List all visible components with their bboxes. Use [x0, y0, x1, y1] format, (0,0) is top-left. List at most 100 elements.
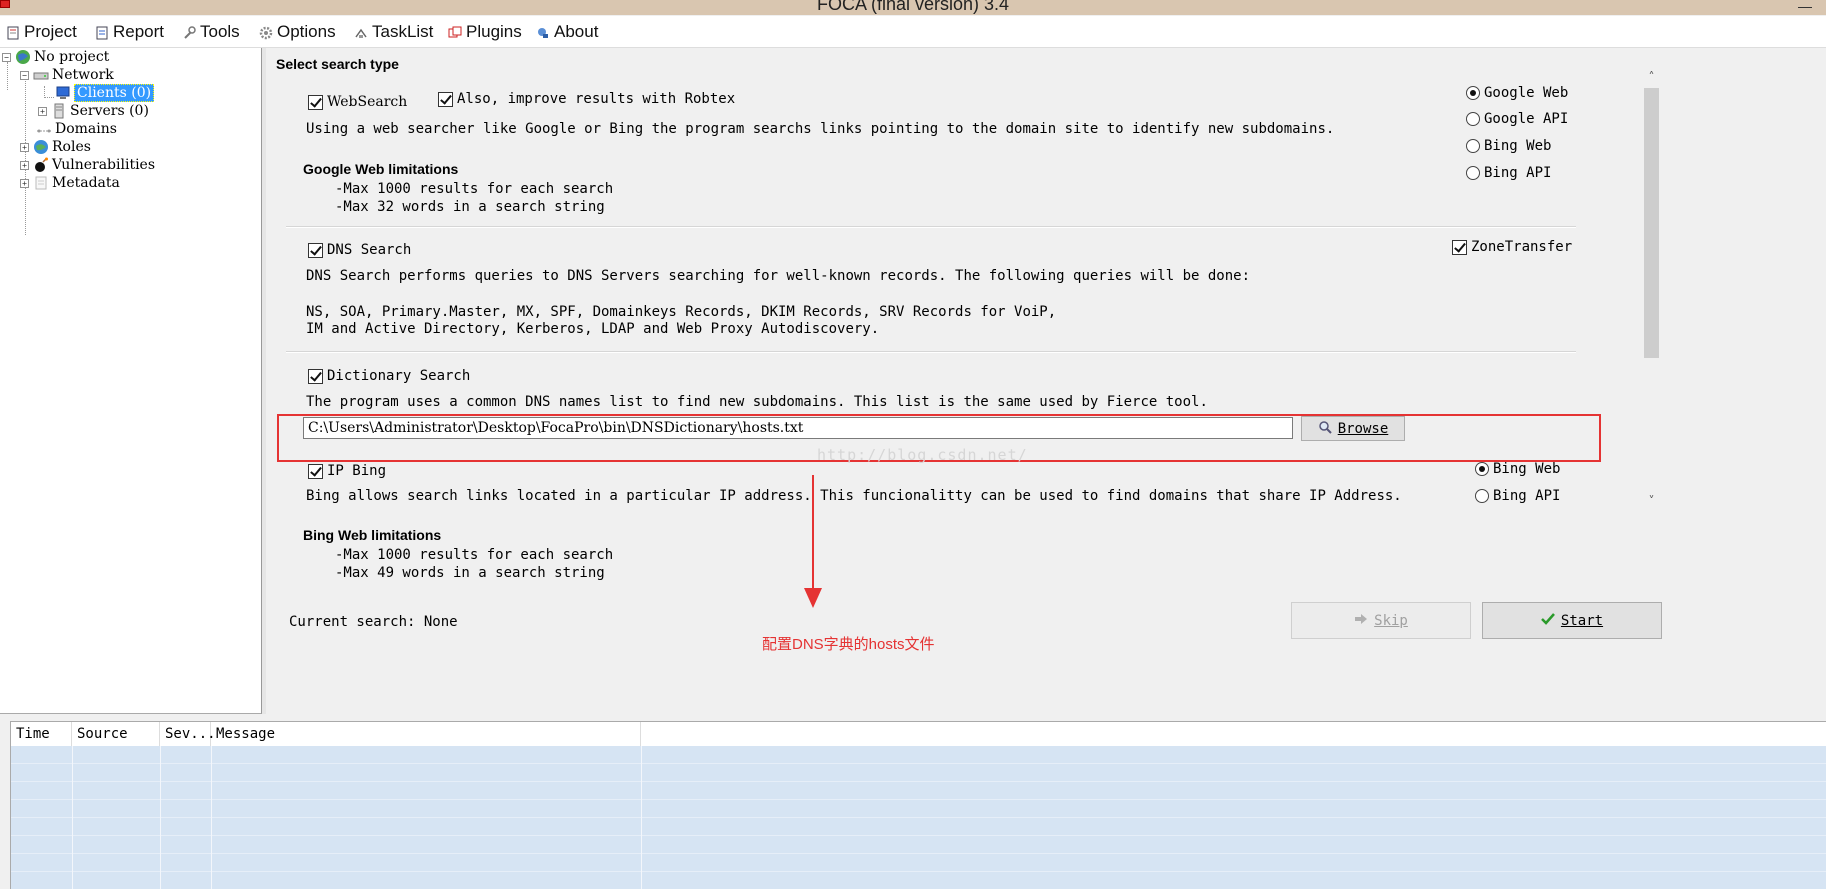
options-scrollbar[interactable]: ˄ ˅	[1643, 70, 1660, 508]
bomb-icon	[33, 157, 49, 173]
expand-icon[interactable]: +	[20, 142, 29, 152]
radio-bing-api[interactable]: Bing API	[1466, 165, 1551, 181]
start-button[interactable]: Start	[1482, 602, 1662, 639]
forward-arrow-icon	[1354, 613, 1368, 629]
google-limit-1: -Max 1000 results for each search	[335, 181, 614, 197]
checkbox-checked[interactable]	[308, 463, 323, 479]
ip-bing-checkbox[interactable]: IP Bing	[308, 463, 386, 479]
dns-search-checkbox[interactable]: DNS Search	[308, 242, 411, 258]
radio-unselected[interactable]	[1475, 489, 1489, 503]
plugins-icon	[448, 25, 462, 39]
zone-transfer-label: ZoneTransfer	[1471, 239, 1573, 255]
radio-ipbing-bing-api[interactable]: Bing API	[1475, 488, 1560, 504]
radio-unselected[interactable]	[1466, 112, 1480, 126]
expand-icon[interactable]: +	[38, 106, 47, 116]
websearch-checkbox[interactable]: WebSearch	[308, 94, 407, 110]
tree-clients[interactable]: Clients (0)	[55, 84, 155, 102]
menu-about[interactable]: About	[536, 21, 598, 43]
start-label: Start	[1560, 612, 1604, 629]
tree-metadata[interactable]: + Metadata	[20, 174, 120, 192]
menu-options[interactable]: Options	[259, 21, 336, 43]
section-divider	[286, 351, 1576, 353]
websearch-label: WebSearch	[327, 94, 408, 110]
tree-vulnerabilities-label: Vulnerabilities	[52, 157, 156, 173]
tree-root[interactable]: − No project	[2, 48, 109, 66]
ip-bing-label: IP Bing	[327, 463, 387, 479]
radio-google-web[interactable]: Google Web	[1466, 85, 1568, 101]
dns-records-line-2: IM and Active Directory, Kerberos, LDAP …	[306, 321, 880, 337]
log-row[interactable]	[11, 800, 1826, 818]
radio-unselected[interactable]	[1466, 166, 1480, 180]
tree-metadata-label: Metadata	[52, 175, 120, 191]
expand-icon[interactable]: +	[20, 160, 29, 170]
current-search-status: Current search: None	[289, 614, 458, 630]
skip-button[interactable]: Skip	[1291, 602, 1471, 639]
col-severity[interactable]: Sev...	[160, 722, 216, 746]
tree-vulnerabilities[interactable]: + Vulnerabilities	[20, 156, 155, 174]
menu-report-label: Report	[113, 22, 165, 41]
log-grid[interactable]: Time Source Sev... Message	[10, 721, 1826, 889]
col-message[interactable]: Message	[211, 722, 641, 746]
google-limits-title: Google Web limitations	[303, 161, 459, 177]
tools-icon	[182, 25, 196, 39]
expand-icon[interactable]: +	[20, 178, 29, 188]
roles-icon	[33, 139, 49, 155]
select-search-type-heading: Select search type	[276, 56, 399, 72]
collapse-icon[interactable]: −	[2, 52, 11, 62]
log-row[interactable]	[11, 764, 1826, 782]
robtex-checkbox[interactable]: Also, improve results with Robtex	[438, 91, 735, 107]
zone-transfer-checkbox[interactable]: ZoneTransfer	[1452, 239, 1572, 255]
col-time[interactable]: Time	[11, 722, 72, 746]
dns-records-line-1: NS, SOA, Primary.Master, MX, SPF, Domain…	[306, 304, 1057, 320]
menu-project[interactable]: Project	[6, 21, 77, 43]
checkbox-checked[interactable]	[438, 91, 453, 107]
bing-limit-2: -Max 49 words in a search string	[335, 565, 605, 581]
menu-report[interactable]: Report	[95, 21, 164, 43]
radio-google-api[interactable]: Google API	[1466, 111, 1568, 127]
radio-bing-web[interactable]: Bing Web	[1466, 138, 1551, 154]
tree-servers-label: Servers (0)	[70, 103, 149, 119]
menu-plugins[interactable]: Plugins	[448, 21, 522, 43]
menu-bar: Project Report Tools Options TaskList Pl…	[0, 16, 1826, 48]
scrollbar-thumb[interactable]	[1644, 88, 1659, 358]
dictionary-search-checkbox[interactable]: Dictionary Search	[308, 368, 470, 384]
menu-tools-label: Tools	[200, 22, 240, 41]
radio-selected[interactable]	[1475, 462, 1489, 476]
checkbox-checked[interactable]	[308, 368, 323, 384]
menu-tools[interactable]: Tools	[182, 21, 240, 43]
network-icon	[33, 67, 49, 83]
log-row[interactable]	[11, 782, 1826, 800]
log-row[interactable]	[11, 872, 1826, 889]
menu-plugins-label: Plugins	[466, 22, 522, 41]
bing-limit-1: -Max 1000 results for each search	[335, 547, 614, 563]
scroll-down-icon[interactable]: ˅	[1643, 494, 1660, 508]
radio-ipbing-bing-web[interactable]: Bing Web	[1475, 461, 1560, 477]
collapse-icon[interactable]: −	[20, 70, 29, 80]
checkbox-checked[interactable]	[1452, 239, 1467, 255]
tree-root-label: No project	[34, 49, 110, 65]
scroll-up-icon[interactable]: ˄	[1643, 70, 1660, 84]
minimize-button[interactable]	[1798, 0, 1812, 8]
radio-selected[interactable]	[1466, 86, 1480, 100]
checkbox-checked[interactable]	[308, 94, 323, 110]
radio-google-api-label: Google API	[1484, 111, 1569, 127]
tree-domains-label: Domains	[55, 121, 117, 137]
log-row[interactable]	[11, 746, 1826, 764]
tree-roles[interactable]: + Roles	[20, 138, 91, 156]
log-row[interactable]	[11, 854, 1826, 872]
radio-unselected[interactable]	[1466, 139, 1480, 153]
tree-clients-label: Clients (0)	[74, 84, 155, 102]
log-row[interactable]	[11, 836, 1826, 854]
menu-tasklist[interactable]: TaskList	[354, 21, 433, 43]
tree-network[interactable]: − Network	[20, 66, 114, 84]
search-panel: Select search type WebSearch Also, impro…	[266, 48, 1826, 714]
tree-servers[interactable]: + Servers (0)	[38, 102, 149, 120]
col-source[interactable]: Source	[72, 722, 160, 746]
server-icon	[51, 103, 67, 119]
log-row[interactable]	[11, 818, 1826, 836]
dns-description: DNS Search performs queries to DNS Serve…	[306, 268, 1251, 284]
radio-google-web-label: Google Web	[1484, 85, 1569, 101]
tree-domains[interactable]: Domains	[36, 120, 117, 138]
checkbox-checked[interactable]	[308, 242, 323, 258]
tree-roles-label: Roles	[52, 139, 91, 155]
